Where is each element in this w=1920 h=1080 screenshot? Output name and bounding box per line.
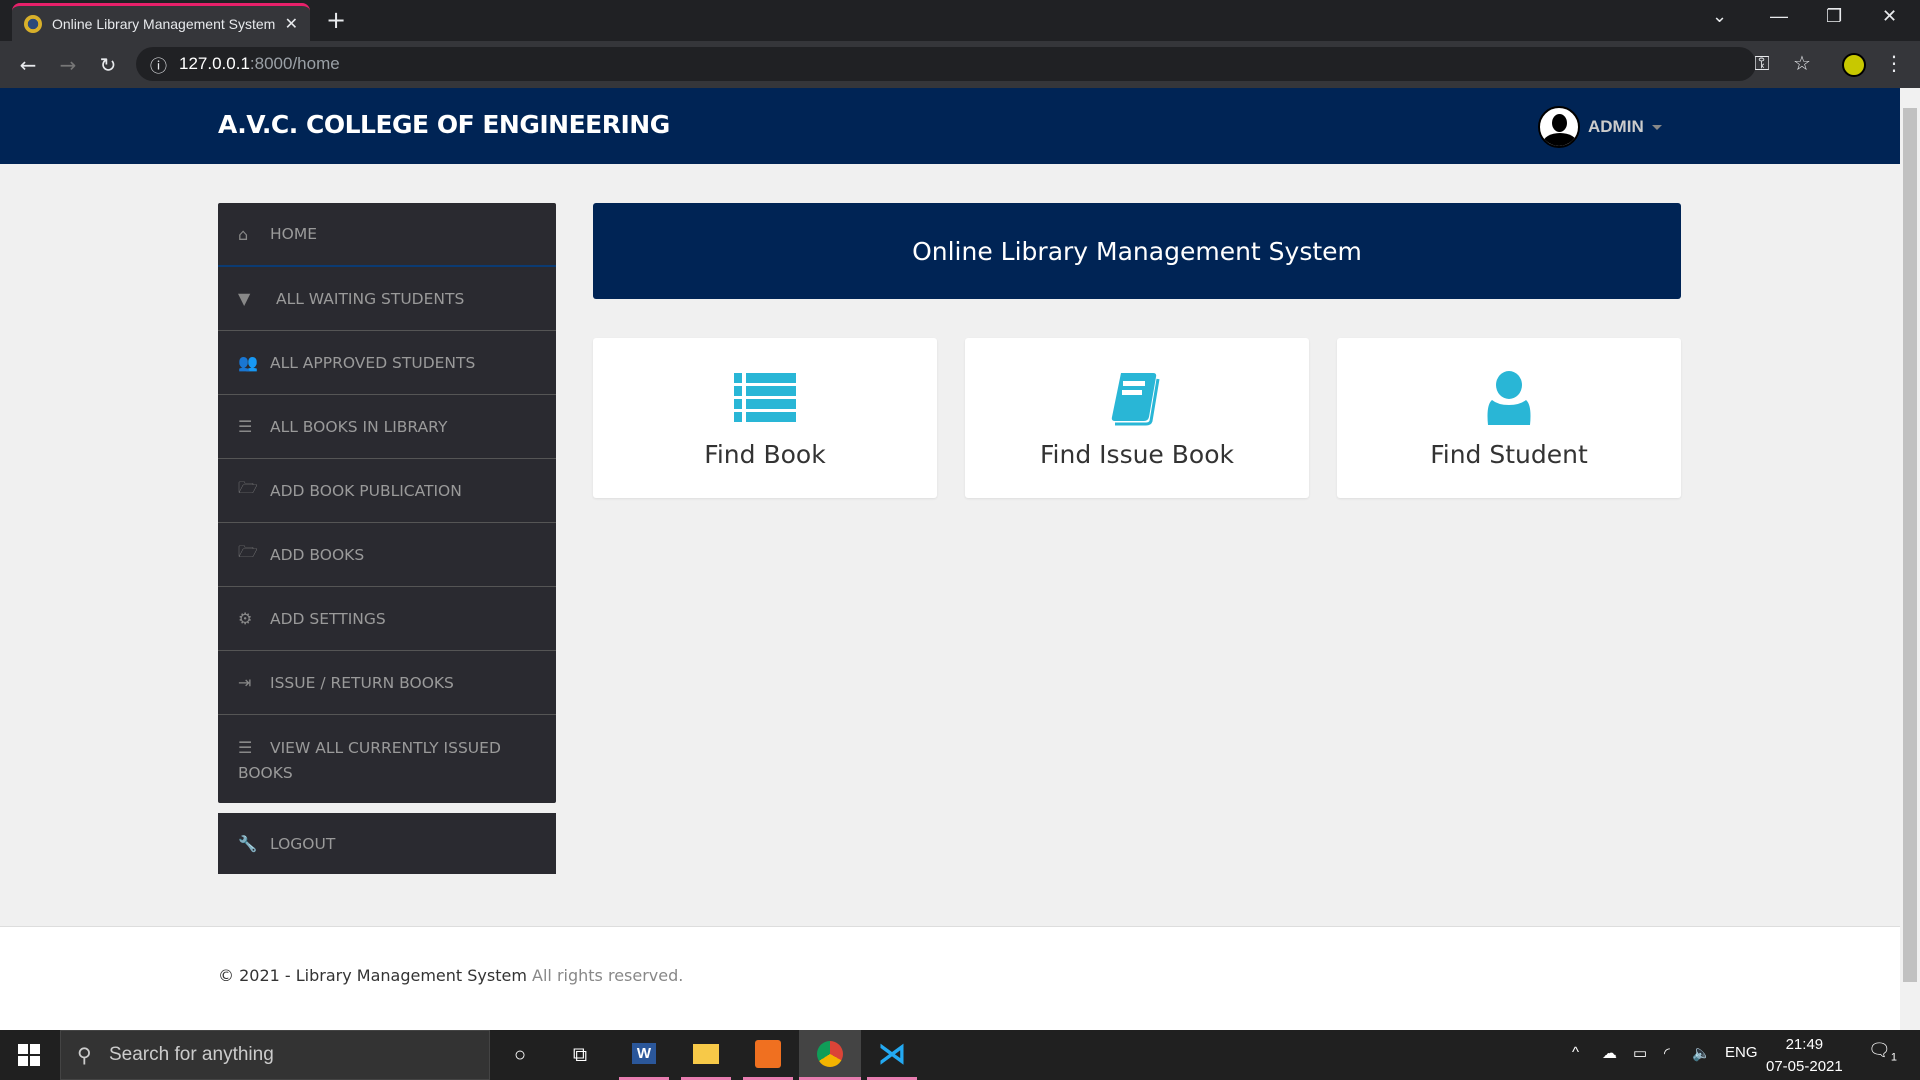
find-student-card[interactable]: Find Student [1337, 338, 1681, 498]
sidebar-item-label: ISSUE / RETURN BOOKS [270, 673, 454, 692]
sidebar-item-label: VIEW ALL CURRENTLY ISSUED BOOKS [238, 739, 501, 782]
chrome-icon[interactable] [799, 1030, 861, 1080]
date: 07-05-2021 [1766, 1058, 1843, 1075]
user-name: ADMIN [1588, 117, 1644, 136]
sidebar-item-waiting-students[interactable]: ▼ ALL WAITING STUDENTS [218, 267, 556, 331]
copyright: © 2021 - Library Management System [218, 966, 527, 985]
gear-icon: ⚙ [238, 609, 253, 628]
address-bar-row: ← → ↻ ⓘ 127.0.0.1:8000/home ⚿ ☆ ⋮ [0, 41, 1920, 88]
avatar [1538, 106, 1580, 148]
sidebar-item-label: ALL BOOKS IN LIBRARY [270, 417, 448, 436]
close-window-button[interactable]: ✕ [1882, 6, 1897, 27]
sidebar-item-add-settings[interactable]: ⚙ ADD SETTINGS [218, 587, 556, 651]
folder-open-icon: 🗁 [238, 478, 258, 497]
url-input[interactable]: ⓘ 127.0.0.1:8000/home [136, 47, 1756, 81]
sidebar-item-add-publication[interactable]: 🗁 ADD BOOK PUBLICATION [218, 459, 556, 523]
home-icon: ⌂ [238, 224, 249, 244]
profile-icon[interactable] [1842, 53, 1866, 77]
url-host: 127.0.0.1 [179, 54, 250, 73]
sidebar-item-label: ADD BOOK PUBLICATION [270, 481, 462, 500]
back-icon[interactable]: ← [8, 53, 48, 77]
sidebar-item-label: ALL APPROVED STUDENTS [270, 353, 476, 372]
sidebar-item-approved-students[interactable]: 👥 ALL APPROVED STUDENTS [218, 331, 556, 395]
sidebar-item-issue-return[interactable]: ⇥ ISSUE / RETURN BOOKS [218, 651, 556, 715]
onedrive-icon[interactable]: ☁ [1602, 1044, 1617, 1062]
logout-label: LOGOUT [270, 834, 336, 853]
list-icon [734, 373, 796, 422]
restore-button[interactable]: ❐ [1826, 6, 1842, 27]
volume-icon[interactable]: 🔈 [1692, 1044, 1711, 1062]
task-view-icon[interactable]: ⧉ [555, 1030, 605, 1080]
card-label: Find Student [1430, 440, 1588, 469]
time: 21:49 [1785, 1036, 1824, 1053]
minimize-button[interactable]: — [1770, 6, 1788, 27]
book-icon [1111, 373, 1160, 426]
find-book-card[interactable]: Find Book [593, 338, 937, 498]
tab-title: Online Library Management System [52, 15, 276, 32]
user-menu[interactable]: ADMIN [1538, 106, 1662, 148]
users-icon: 👥 [238, 353, 258, 372]
wifi-icon[interactable]: ◜ [1664, 1044, 1670, 1062]
star-icon[interactable]: ☆ [1782, 51, 1822, 75]
sidebar: ⌂ HOME ▼ ALL WAITING STUDENTS 👥 ALL APPROVE… [218, 203, 556, 803]
find-issue-book-card[interactable]: Find Issue Book [965, 338, 1309, 498]
logout-button[interactable]: 🔧 LOGOUT [218, 813, 556, 874]
sidebar-item-add-books[interactable]: 🗁 ADD BOOKS [218, 523, 556, 587]
taskbar: ⚲ Search for anything ○ ⧉ W ⋊ ^ ☁ ▭ ◜ 🔈 E… [0, 1030, 1920, 1080]
battery-icon[interactable]: ▭ [1633, 1044, 1647, 1062]
sidebar-item-issued-books[interactable]: ☰ VIEW ALL CURRENTLY ISSUED BOOKS [218, 715, 556, 803]
menu-icon[interactable]: ⋮ [1874, 51, 1914, 75]
filter-icon: ▼ [238, 289, 251, 308]
wrench-icon: 🔧 [238, 834, 258, 853]
file-explorer-icon[interactable] [681, 1030, 731, 1080]
browser-tab-bar: Online Library Management System ✕ + ⌄ —… [0, 0, 1920, 41]
sidebar-item-all-books[interactable]: ☰ ALL BOOKS IN LIBRARY [218, 395, 556, 459]
cortana-icon[interactable]: ○ [495, 1030, 545, 1080]
language-indicator[interactable]: ENG [1725, 1044, 1758, 1061]
tab-search-icon[interactable]: ⌄ [1712, 6, 1727, 27]
folder-open-icon: 🗁 [238, 542, 258, 561]
brand-title[interactable]: A.V.C. COLLEGE OF ENGINEERING [218, 110, 670, 139]
sidebar-item-label: ADD SETTINGS [270, 609, 386, 628]
list-icon: ☰ [238, 738, 253, 757]
reload-icon[interactable]: ↻ [88, 53, 128, 77]
url-path: :8000/home [249, 54, 340, 73]
chevron-up-icon[interactable]: ^ [1572, 1044, 1579, 1061]
scrollbar-thumb[interactable] [1903, 108, 1917, 982]
sign-out-icon: ⇥ [238, 673, 252, 692]
info-icon: ⓘ [150, 56, 167, 76]
sidebar-item-label: ADD BOOKS [270, 545, 365, 564]
rights-text: All rights reserved. [532, 966, 684, 985]
forward-icon[interactable]: → [48, 53, 88, 77]
clock[interactable]: 21:49 07-05-2021 [1766, 1034, 1843, 1078]
sidebar-item-label: HOME [270, 225, 318, 243]
favicon-icon [24, 14, 42, 33]
sidebar-item-label: ALL WAITING STUDENTS [276, 289, 465, 308]
page-title-banner: Online Library Management System [593, 203, 1681, 299]
list-icon: ☰ [238, 417, 253, 436]
footer-text: © 2021 - Library Management System All r… [218, 966, 683, 985]
search-placeholder: Search for anything [109, 1044, 274, 1065]
notification-icon[interactable]: 🗨1 [1868, 1040, 1897, 1064]
sidebar-item-home[interactable]: ⌂ HOME [218, 203, 556, 267]
search-icon: ⚲ [77, 1045, 92, 1067]
caret-down-icon [1651, 124, 1662, 130]
card-label: Find Book [704, 440, 826, 469]
notification-count: 1 [1890, 1051, 1897, 1064]
xampp-icon[interactable] [743, 1030, 793, 1080]
word-icon[interactable]: W [619, 1030, 669, 1080]
new-tab-button[interactable]: + [326, 6, 346, 34]
close-tab-icon[interactable]: ✕ [285, 14, 298, 34]
card-label: Find Issue Book [1040, 440, 1234, 469]
page-title: Online Library Management System [912, 236, 1362, 266]
key-icon[interactable]: ⚿ [1742, 51, 1782, 75]
user-icon [1487, 371, 1531, 425]
windows-start-icon[interactable] [18, 1044, 40, 1066]
browser-tab[interactable]: Online Library Management System ✕ [12, 3, 310, 41]
taskbar-search-input[interactable]: ⚲ Search for anything [60, 1030, 490, 1080]
vscode-icon[interactable]: ⋊ [867, 1030, 917, 1080]
